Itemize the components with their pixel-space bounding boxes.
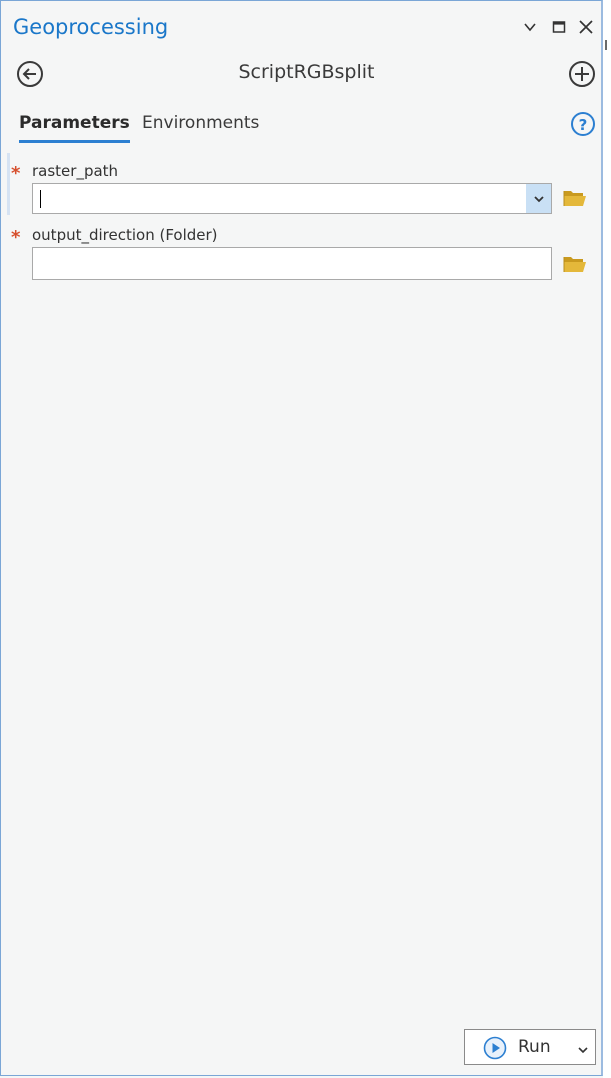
folder-open-icon[interactable] <box>562 187 588 209</box>
tab-environments[interactable]: Environments <box>142 113 259 133</box>
text-cursor <box>40 190 41 208</box>
svg-text:?: ? <box>579 116 588 134</box>
geoprocessing-pane: Geoprocessing ScriptRGBsplit Parameters … <box>0 0 603 1076</box>
param-output-direction: * output_direction (Folder) <box>1 217 604 283</box>
pane-edge-mark <box>605 40 607 50</box>
play-icon <box>483 1036 507 1060</box>
output-direction-label: output_direction (Folder) <box>32 226 218 244</box>
close-icon[interactable] <box>577 18 595 36</box>
chevron-down-icon[interactable] <box>521 18 539 36</box>
tool-header: ScriptRGBsplit <box>1 55 604 95</box>
run-button[interactable]: Run <box>464 1029 596 1065</box>
adjacent-pane-edge <box>603 0 611 1078</box>
required-asterisk: * <box>11 227 21 248</box>
add-plus-icon[interactable] <box>567 59 597 89</box>
folder-open-icon[interactable] <box>562 253 588 275</box>
param-raster-path: * raster_path <box>1 153 604 217</box>
tool-tabs: Parameters Environments <box>1 109 604 145</box>
chevron-down-icon[interactable] <box>577 1041 589 1054</box>
required-asterisk: * <box>11 163 21 184</box>
selected-param-indicator <box>7 153 10 215</box>
tab-parameters-label: Parameters <box>19 113 130 133</box>
tab-parameters[interactable]: Parameters <box>19 113 130 143</box>
maximize-icon[interactable] <box>550 18 568 36</box>
tool-title: ScriptRGBsplit <box>238 61 375 83</box>
chevron-down-icon[interactable] <box>526 184 551 213</box>
raster-path-label: raster_path <box>32 162 119 180</box>
pane-titlebar: Geoprocessing <box>1 1 604 55</box>
run-label: Run <box>518 1037 551 1057</box>
raster-path-combobox[interactable] <box>32 183 552 214</box>
pane-title: Geoprocessing <box>13 15 169 39</box>
output-direction-input[interactable] <box>32 247 552 280</box>
help-icon[interactable]: ? <box>570 111 596 137</box>
active-tab-underline <box>19 140 130 143</box>
